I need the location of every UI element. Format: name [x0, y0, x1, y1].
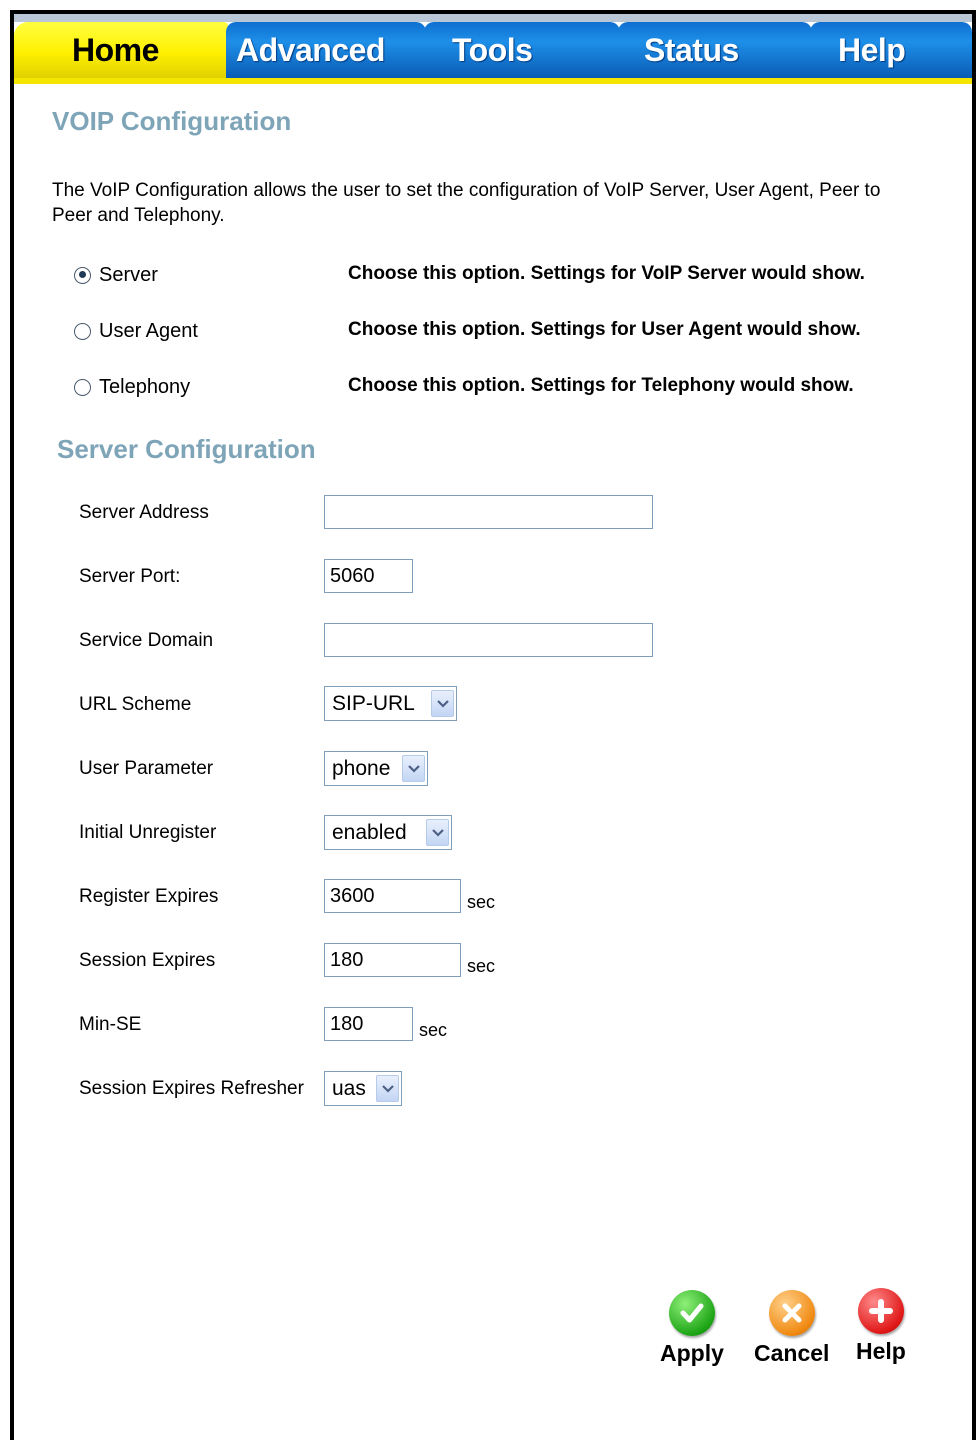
chevron-down-icon[interactable] — [402, 755, 425, 782]
url-scheme-value: SIP-URL — [332, 691, 415, 715]
url-scheme-select[interactable]: SIP-URL — [324, 686, 457, 721]
voip-config-description: The VoIP Configuration allows the user t… — [52, 180, 881, 226]
tab-help[interactable]: Help — [810, 22, 972, 78]
initial-unregister-select[interactable]: enabled — [324, 815, 452, 850]
session-expires-unit: sec — [467, 956, 496, 976]
tab-bar: Home Advanced Tools Status Help — [14, 14, 972, 78]
server-port-label: Server Port: — [79, 566, 181, 587]
min-se-label: Min-SE — [79, 1014, 142, 1035]
server-address-label: Server Address — [79, 502, 209, 523]
session-expires-refresher-value: uas — [332, 1076, 366, 1100]
radio-user-agent-button[interactable] — [74, 322, 91, 340]
tab-home[interactable]: Home — [14, 22, 228, 78]
chevron-down-icon[interactable] — [431, 690, 454, 717]
plus-icon[interactable] — [857, 1288, 904, 1334]
service-domain-label: Service Domain — [79, 630, 214, 651]
chevron-down-icon[interactable] — [426, 819, 449, 846]
tab-status[interactable]: Status — [618, 22, 812, 78]
chevron-down-icon[interactable] — [376, 1075, 399, 1102]
radio-user-agent-label: User Agent — [99, 319, 198, 342]
radio-server[interactable]: Server — [74, 260, 158, 290]
initial-unregister-label: Initial Unregister — [79, 822, 217, 843]
x-icon[interactable] — [768, 1290, 815, 1336]
radio-server-label: Server — [99, 263, 158, 286]
tab-help-label: Help — [838, 31, 906, 68]
initial-unregister-value: enabled — [332, 820, 407, 844]
tab-advanced-label: Advanced — [236, 31, 385, 68]
tab-tools-label: Tools — [452, 31, 533, 68]
session-expires-refresher-select[interactable]: uas — [324, 1071, 402, 1106]
tab-status-label: Status — [644, 31, 739, 68]
user-parameter-select[interactable]: phone — [324, 751, 428, 786]
register-expires-input[interactable] — [324, 879, 461, 913]
tab-tools[interactable]: Tools — [424, 22, 620, 78]
page-frame: Home Advanced Tools Status Help VOIP Con… — [10, 10, 976, 1440]
service-domain-input[interactable] — [324, 623, 653, 657]
apply-label: Apply — [660, 1340, 724, 1366]
check-icon[interactable] — [668, 1290, 715, 1336]
server-config-title: Server Configuration — [57, 434, 316, 464]
radio-user-agent[interactable]: User Agent — [74, 316, 198, 346]
session-expires-input[interactable] — [324, 943, 461, 977]
register-expires-unit: sec — [467, 892, 496, 912]
radio-server-hint: Choose this option. Settings for VoIP Se… — [348, 263, 865, 284]
min-se-input[interactable] — [324, 1007, 413, 1041]
help-button[interactable]: Help — [856, 1288, 906, 1365]
register-expires-label: Register Expires — [79, 886, 219, 907]
tab-underline — [14, 78, 972, 84]
radio-server-button[interactable] — [74, 266, 91, 284]
server-address-input[interactable] — [324, 495, 653, 529]
min-se-unit: sec — [419, 1020, 448, 1040]
help-label: Help — [856, 1338, 906, 1364]
radio-telephony-label: Telephony — [99, 375, 191, 398]
voip-config-title: VOIP Configuration — [52, 106, 292, 136]
url-scheme-label: URL Scheme — [79, 694, 192, 715]
tab-advanced[interactable]: Advanced — [226, 22, 426, 78]
cancel-button[interactable]: Cancel — [754, 1290, 829, 1367]
user-parameter-value: phone — [332, 756, 391, 780]
radio-telephony-hint: Choose this option. Settings for Telepho… — [348, 375, 854, 396]
radio-telephony[interactable]: Telephony — [74, 372, 190, 402]
session-expires-label: Session Expires — [79, 950, 216, 971]
tab-home-label: Home — [72, 31, 159, 68]
radio-telephony-button[interactable] — [74, 378, 91, 396]
radio-user-agent-hint: Choose this option. Settings for User Ag… — [348, 319, 861, 340]
server-port-input[interactable] — [324, 559, 413, 593]
session-expires-refresher-label: Session Expires Refresher — [79, 1078, 304, 1099]
cancel-label: Cancel — [754, 1340, 830, 1366]
user-parameter-label: User Parameter — [79, 758, 214, 779]
apply-button[interactable]: Apply — [660, 1290, 724, 1367]
